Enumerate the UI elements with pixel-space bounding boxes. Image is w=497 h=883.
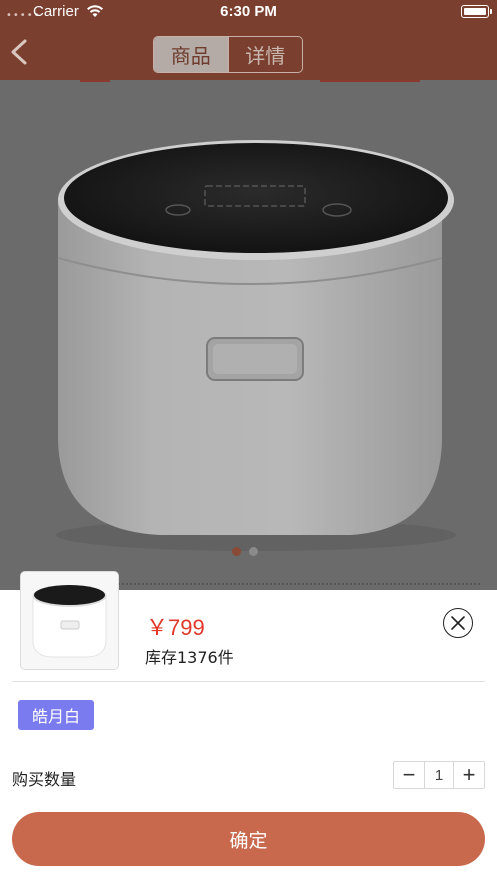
segment-control: 商品 详情 xyxy=(153,36,303,73)
page-dot xyxy=(249,547,258,556)
increment-button[interactable]: + xyxy=(454,762,484,788)
page-dot xyxy=(232,547,241,556)
status-bar: ••••• Carrier 6:30 PM xyxy=(0,0,497,24)
product-thumbnail xyxy=(21,572,118,669)
confirm-button[interactable]: 确定 xyxy=(12,812,485,866)
tab-product[interactable]: 商品 xyxy=(154,37,228,72)
divider xyxy=(12,681,485,682)
stock-count: 库存1376件 xyxy=(145,648,234,667)
decrement-button[interactable]: − xyxy=(394,762,424,788)
quantity-label: 购买数量 xyxy=(12,770,77,789)
price: ￥799 xyxy=(146,615,205,640)
quantity-stepper: − 1 + xyxy=(393,761,485,789)
gallery-page-indicator xyxy=(232,547,258,556)
close-icon xyxy=(451,616,465,630)
clock: 6:30 PM xyxy=(220,3,277,20)
nav-bar: 商品 详情 xyxy=(0,24,497,80)
rice-cooker-image xyxy=(56,80,456,551)
title-strip xyxy=(110,583,480,589)
sku-selector-sheet: ￥799 库存1376件 皓月白 购买数量 − 1 + 确定 xyxy=(0,572,497,883)
battery-icon xyxy=(461,5,492,18)
product-gallery[interactable] xyxy=(0,80,497,590)
back-chevron-icon[interactable] xyxy=(8,38,32,66)
tab-details[interactable]: 详情 xyxy=(227,37,303,72)
close-button[interactable] xyxy=(443,608,473,638)
spec-option-chip[interactable]: 皓月白 xyxy=(18,700,94,730)
quantity-value[interactable]: 1 xyxy=(424,762,454,788)
